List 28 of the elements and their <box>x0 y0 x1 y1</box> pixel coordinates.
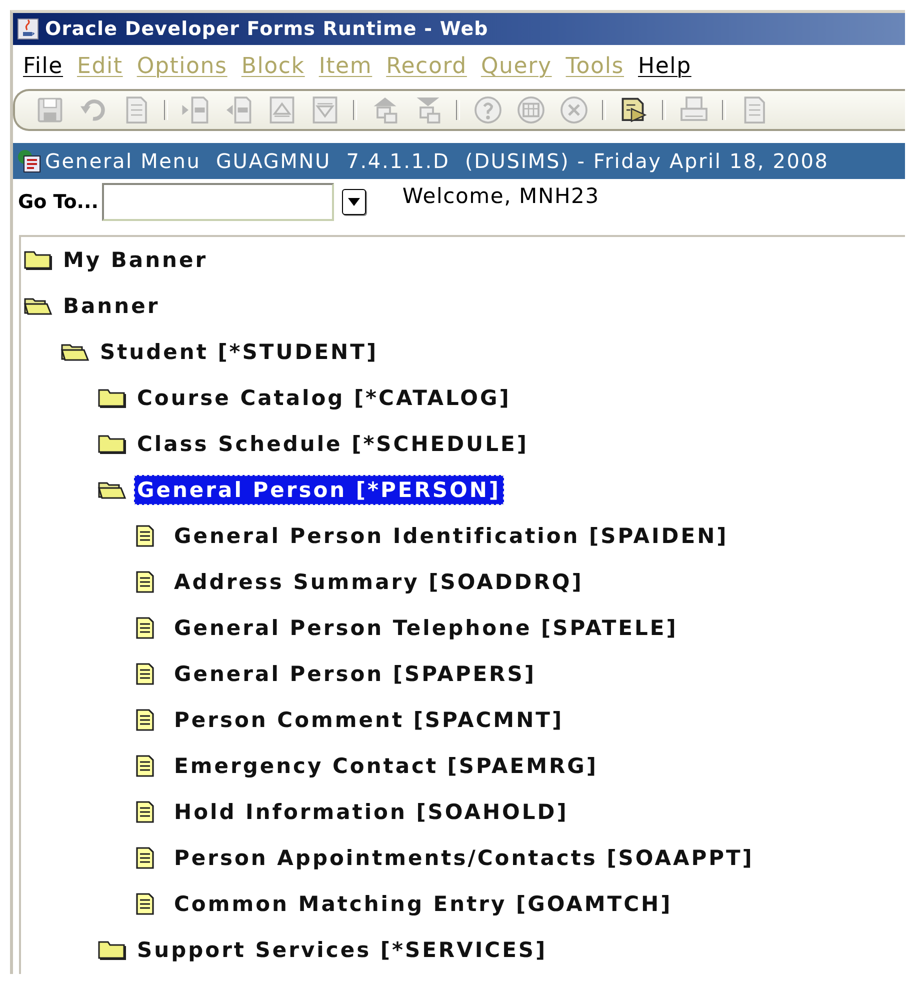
menu-form-item[interactable]: General Person [SPAPERS] <box>171 659 539 689</box>
menu-form-item[interactable]: Common Matching Entry [GOAMTCH] <box>171 889 676 919</box>
menu-item[interactable]: File <box>19 54 74 78</box>
menu-form-item[interactable]: General Person Telephone [SPATELE] <box>171 613 681 643</box>
menu-form-item[interactable]: Person Comment [SPACMNT] <box>171 705 567 735</box>
goto-label: Go To... <box>18 191 98 213</box>
menu-folder-item[interactable]: Class Schedule [*SCHEDULE] <box>134 429 532 459</box>
menu-item[interactable]: Help <box>634 54 702 78</box>
window-title: Oracle Developer Forms Runtime - Web <box>45 18 488 40</box>
document-edit-icon[interactable] <box>619 95 649 125</box>
menu-form-item[interactable]: Emergency Contact [SPAEMRG] <box>171 751 601 781</box>
menu-form-item[interactable]: Hold Information [SOAHOLD] <box>171 797 572 827</box>
goto-field[interactable] <box>102 183 334 221</box>
form-window-icon <box>17 149 41 173</box>
form-title: General Menu GUAGMNU 7.4.1.1.D (DUSIMS) - Friday April 18, 2008 <box>45 149 829 173</box>
java-cup-icon <box>17 18 39 40</box>
caret-icon <box>348 198 360 206</box>
menu-form-item[interactable]: General Person Identification [SPAIDEN] <box>171 521 732 551</box>
menu-folder-item[interactable]: Banner <box>60 291 163 321</box>
menu-form-item[interactable]: Address Summary [SOADDRQ] <box>171 567 586 597</box>
dropdown-button[interactable] <box>342 189 366 215</box>
menu-folder-item[interactable]: Course Catalog [*CATALOG] <box>134 383 514 413</box>
menu-folder-item[interactable]: My Banner <box>60 245 211 275</box>
welcome-text: Welcome, MNH23 <box>402 184 600 208</box>
menu-form-item[interactable]: Person Appointments/Contacts [SOAAPPT] <box>171 843 757 873</box>
menu-folder-item[interactable]: General Person [*PERSON] <box>134 475 504 505</box>
menu-folder-item[interactable]: Support Services [*SERVICES] <box>134 935 550 965</box>
menu-folder-item[interactable]: Student [*STUDENT] <box>97 337 382 367</box>
